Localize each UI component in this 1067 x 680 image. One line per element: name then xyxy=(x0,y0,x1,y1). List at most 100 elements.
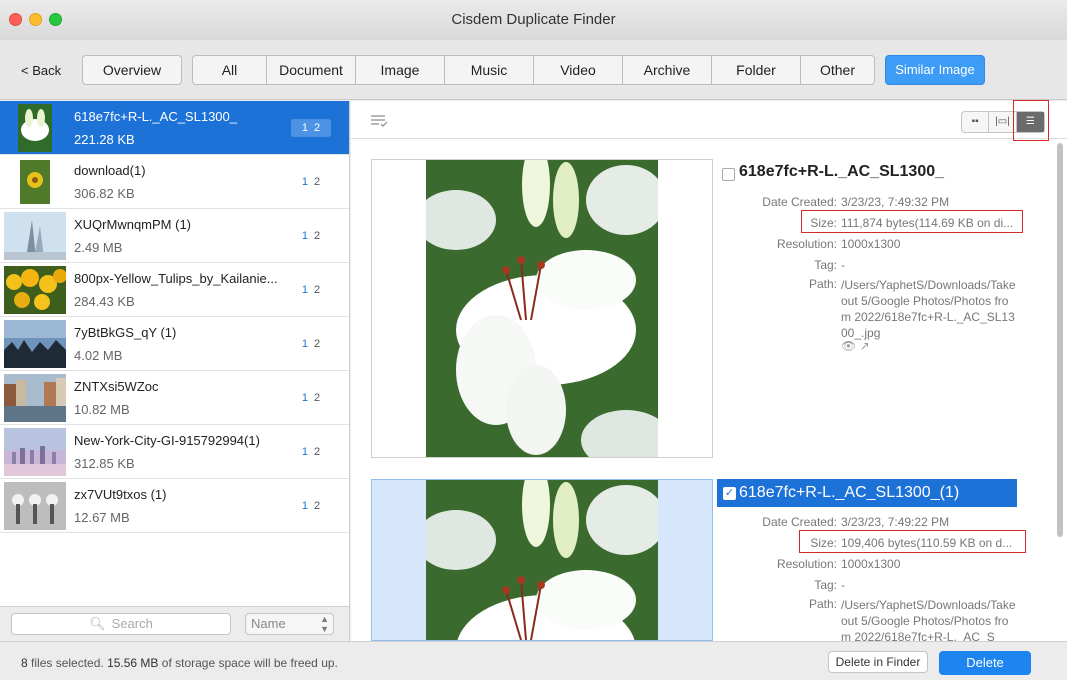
search-icon: 🔍︎ xyxy=(89,616,106,631)
list-item[interactable]: zx7VUt9txos (1) 12.67 MB 12 xyxy=(0,479,349,533)
category-tabs: All Document Image Music Video Archive F… xyxy=(192,55,875,85)
tag-value: - xyxy=(841,578,845,592)
resolution-label: Resolution: xyxy=(776,557,837,571)
tab-other[interactable]: Other xyxy=(801,56,874,84)
detail-toolbar: ▪▪ |▭| ☰ xyxy=(351,100,1067,141)
list-item[interactable]: 800px-Yellow_Tulips_by_Kailanie... 284.4… xyxy=(0,263,349,317)
similar-image-button[interactable]: Similar Image xyxy=(885,55,985,85)
count-badge: 12 xyxy=(301,338,321,350)
file-size: 2.49 MB xyxy=(74,240,123,255)
count-badge: 12 xyxy=(301,446,321,458)
date-value: 3/23/23, 7:49:32 PM xyxy=(841,195,950,209)
select-checkbox[interactable] xyxy=(722,168,735,181)
lily-photo-icon xyxy=(426,480,658,640)
path-value: /Users/YaphetS/Downloads/Takeout 5/Googl… xyxy=(841,278,1016,340)
count-badge: 12 xyxy=(301,500,321,512)
file-name: 618e7fc+R-L._AC_SL1300_ xyxy=(74,109,237,124)
count-badge: 12 xyxy=(291,119,331,137)
tag-value: - xyxy=(841,258,845,272)
image-preview[interactable] xyxy=(371,479,713,641)
delete-in-finder-button[interactable]: Delete in Finder xyxy=(828,651,928,673)
tab-archive[interactable]: Archive xyxy=(623,56,712,84)
highlight-box xyxy=(799,530,1026,553)
path-label: Path: xyxy=(808,277,837,291)
list-item[interactable]: XUQrMwnqmPM (1) 2.49 MB 12 xyxy=(0,209,349,263)
date-value: 3/23/23, 7:49:22 PM xyxy=(841,515,950,529)
sort-value: Name xyxy=(251,616,286,631)
date-label: Date Created: xyxy=(762,195,837,209)
canal-thumbnail-icon xyxy=(4,374,66,422)
city-skyline-thumbnail-icon xyxy=(4,428,66,476)
selection-rules-icon[interactable] xyxy=(370,114,388,131)
file-size: 312.85 KB xyxy=(74,456,135,471)
file-size: 221.28 KB xyxy=(74,132,135,147)
tag-label: Tag: xyxy=(814,578,837,592)
file-size: 12.67 MB xyxy=(74,510,130,525)
file-size: 306.82 KB xyxy=(74,186,135,201)
tab-document[interactable]: Document xyxy=(267,56,356,84)
file-actions: 👁︎ ↗ xyxy=(841,339,870,353)
search-input[interactable]: 🔍︎ Search xyxy=(11,613,231,635)
file-size: 10.82 MB xyxy=(74,402,130,417)
count-badge: 12 xyxy=(301,230,321,242)
file-name: zx7VUt9txos (1) xyxy=(74,487,167,502)
figures-thumbnail-icon xyxy=(4,482,66,530)
lily-thumbnail-icon xyxy=(18,104,52,152)
app-window: Cisdem Duplicate Finder < Back Overview … xyxy=(0,0,1067,680)
count-badge: 12 xyxy=(301,392,321,404)
sort-select[interactable]: Name ▲ ▼ xyxy=(245,613,334,635)
file-name: New-York-City-GI-915792994(1) xyxy=(74,433,260,448)
toolbar: < Back Overview All Document Image Music… xyxy=(0,40,1067,100)
duplicate-file-title-selected: 618e7fc+R-L._AC_SL1300_(1) xyxy=(717,479,1017,507)
image-preview[interactable] xyxy=(371,159,713,458)
resolution-value: 1000x1300 xyxy=(841,237,901,251)
status-bar: 8 files selected. 15.56 MB of storage sp… xyxy=(0,641,1067,680)
date-label: Date Created: xyxy=(762,515,837,529)
church-thumbnail-icon xyxy=(4,212,66,260)
file-name: 800px-Yellow_Tulips_by_Kailanie... xyxy=(74,271,278,286)
tab-folder[interactable]: Folder xyxy=(712,56,801,84)
resolution-label: Resolution: xyxy=(776,237,837,251)
status-text: 8 files selected. 15.56 MB of storage sp… xyxy=(21,656,338,670)
search-placeholder: Search xyxy=(111,616,153,631)
list-item[interactable]: New-York-City-GI-915792994(1) 312.85 KB … xyxy=(0,425,349,479)
tulips-thumbnail-icon xyxy=(4,266,66,314)
preview-eye-icon[interactable]: 👁︎ xyxy=(841,339,856,353)
lily-photo-icon xyxy=(426,160,658,457)
delete-button[interactable]: Delete xyxy=(939,651,1031,675)
flower-thumbnail-icon xyxy=(20,160,50,204)
file-size: 284.43 KB xyxy=(74,294,135,309)
file-name: 7yBtBkGS_qY (1) xyxy=(74,325,177,340)
count-badge: 12 xyxy=(301,176,321,188)
file-name: download(1) xyxy=(74,163,146,178)
vertical-scrollbar[interactable] xyxy=(1057,143,1063,537)
file-name: XUQrMwnqmPM (1) xyxy=(74,217,192,232)
back-button[interactable]: < Back xyxy=(21,63,61,78)
checked-checkbox-icon[interactable]: ✓ xyxy=(723,487,736,500)
forest-thumbnail-icon xyxy=(4,320,66,368)
tab-image[interactable]: Image xyxy=(356,56,445,84)
detail-panel: ▪▪ |▭| ☰ 618e7fc+R-L._AC_SL1300_ Date Cr… xyxy=(351,100,1067,644)
list-controls: 🔍︎ Search Name ▲ ▼ xyxy=(0,606,350,641)
list-item[interactable]: download(1) 306.82 KB 12 xyxy=(0,155,349,209)
list-item[interactable]: 7yBtBkGS_qY (1) 4.02 MB 12 xyxy=(0,317,349,371)
path-value: /Users/YaphetS/Downloads/Takeout 5/Googl… xyxy=(841,598,1016,644)
file-name: ZNTXsi5WZoc xyxy=(74,379,159,394)
path-label: Path: xyxy=(808,597,837,611)
tag-label: Tag: xyxy=(814,258,837,272)
window-title: Cisdem Duplicate Finder xyxy=(451,11,616,28)
file-size: 4.02 MB xyxy=(74,348,123,363)
stepper-arrows-icon: ▲ ▼ xyxy=(320,614,329,634)
grid-view-icon[interactable]: ▪▪ xyxy=(962,112,990,132)
list-item[interactable]: ZNTXsi5WZoc 10.82 MB 12 xyxy=(0,371,349,425)
tab-music[interactable]: Music xyxy=(445,56,534,84)
tab-video[interactable]: Video xyxy=(534,56,623,84)
open-external-icon[interactable]: ↗ xyxy=(860,339,870,353)
tab-all[interactable]: All xyxy=(193,56,267,84)
duplicate-file-title: 618e7fc+R-L._AC_SL1300_ xyxy=(739,163,945,180)
highlight-box xyxy=(801,210,1023,233)
count-badge: 12 xyxy=(301,284,321,296)
overview-button[interactable]: Overview xyxy=(82,55,182,85)
list-item[interactable]: 618e7fc+R-L._AC_SL1300_ 221.28 KB 12 xyxy=(0,101,349,155)
resolution-value: 1000x1300 xyxy=(841,557,901,571)
